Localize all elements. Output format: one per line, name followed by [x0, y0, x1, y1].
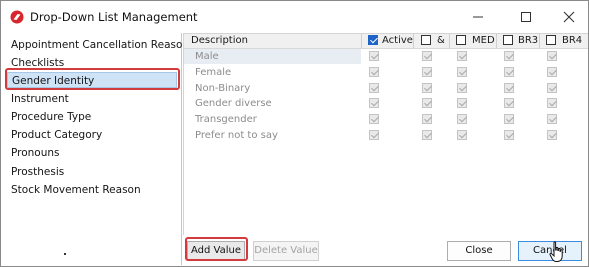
- column-divider: [413, 34, 414, 48]
- minimize-icon: [473, 16, 483, 18]
- table-row[interactable]: Male: [184, 49, 588, 64]
- maximize-icon: [521, 12, 531, 22]
- column-divider: [361, 34, 362, 48]
- row-br4-checkbox[interactable]: [547, 67, 557, 77]
- row-br3-checkbox[interactable]: [504, 83, 514, 93]
- row-description[interactable]: Transgender: [184, 112, 361, 127]
- row-med-checkbox[interactable]: [457, 130, 467, 140]
- sidebar-item-pronouns[interactable]: Pronouns: [7, 145, 177, 161]
- close-button[interactable]: Close: [447, 241, 511, 261]
- row-description[interactable]: Prefer not to say: [184, 128, 361, 143]
- row-ampersand-checkbox[interactable]: [422, 83, 432, 93]
- row-br3-checkbox[interactable]: [504, 98, 514, 108]
- sidebar-item-stock-movement-reason[interactable]: Stock Movement Reason: [7, 182, 177, 198]
- row-med-checkbox[interactable]: [457, 51, 467, 61]
- button-bar: Add Value Delete Value Close Cancel: [183, 235, 588, 266]
- delete-value-button[interactable]: Delete Value: [253, 241, 319, 261]
- row-br3-checkbox[interactable]: [504, 67, 514, 77]
- column-header-br4: BR4: [562, 35, 583, 46]
- stray-dot: [64, 253, 66, 255]
- table-row[interactable]: Prefer not to say: [184, 128, 588, 143]
- sidebar-item-instrument[interactable]: Instrument: [7, 91, 177, 107]
- row-med-checkbox[interactable]: [457, 83, 467, 93]
- sidebar-item-prosthesis[interactable]: Prosthesis: [7, 164, 177, 180]
- row-ampersand-checkbox[interactable]: [422, 98, 432, 108]
- row-br4-checkbox[interactable]: [547, 51, 557, 61]
- row-description[interactable]: Gender diverse: [184, 96, 361, 111]
- table-row[interactable]: Non-Binary: [184, 81, 588, 96]
- row-ampersand-checkbox[interactable]: [422, 130, 432, 140]
- cancel-button[interactable]: Cancel: [518, 241, 582, 261]
- title-bar[interactable]: Drop-Down List Management: [1, 1, 588, 33]
- row-active-checkbox[interactable]: [369, 114, 379, 124]
- row-description[interactable]: Female: [184, 65, 361, 80]
- sidebar-item-appointment-cancellation-reasons[interactable]: Appointment Cancellation Reasons: [7, 37, 195, 53]
- drop-down-list-management-window: Drop-Down List Management Appointment Ca…: [0, 0, 589, 267]
- column-header-med: MED: [472, 35, 495, 46]
- row-description[interactable]: Non-Binary: [184, 81, 361, 96]
- grid-header: Description Active & MED BR3 BR4: [184, 34, 588, 49]
- sidebar-item-product-category[interactable]: Product Category: [7, 127, 177, 143]
- sidebar-item-gender-identity[interactable]: Gender Identity: [7, 72, 177, 88]
- row-ampersand-checkbox[interactable]: [422, 67, 432, 77]
- row-br4-checkbox[interactable]: [547, 114, 557, 124]
- row-br3-checkbox[interactable]: [504, 130, 514, 140]
- column-br4-checkbox[interactable]: [546, 35, 556, 45]
- column-header-description[interactable]: Description: [191, 34, 248, 48]
- app-icon: [10, 10, 24, 24]
- row-br4-checkbox[interactable]: [547, 98, 557, 108]
- column-br3-checkbox[interactable]: [503, 35, 513, 45]
- row-br3-checkbox[interactable]: [504, 114, 514, 124]
- row-active-checkbox[interactable]: [369, 83, 379, 93]
- row-med-checkbox[interactable]: [457, 67, 467, 77]
- sidebar-item-checklists[interactable]: Checklists: [7, 55, 177, 71]
- row-med-checkbox[interactable]: [457, 114, 467, 124]
- table-row[interactable]: Transgender: [184, 112, 588, 127]
- row-ampersand-checkbox[interactable]: [422, 114, 432, 124]
- minimize-button[interactable]: [455, 3, 501, 31]
- column-divider: [496, 34, 497, 48]
- values-grid: Description Active & MED BR3 BR4 Male Fe…: [183, 33, 588, 236]
- row-br4-checkbox[interactable]: [547, 83, 557, 93]
- column-header-br3: BR3: [518, 35, 539, 46]
- sidebar-item-procedure-type[interactable]: Procedure Type: [7, 109, 177, 125]
- table-row[interactable]: Female: [184, 65, 588, 80]
- table-row[interactable]: Gender diverse: [184, 96, 588, 111]
- row-description[interactable]: Male: [184, 49, 361, 64]
- column-divider: [449, 34, 450, 48]
- close-icon: [563, 11, 575, 23]
- maximize-button[interactable]: [503, 3, 549, 31]
- window-title: Drop-Down List Management: [30, 10, 198, 24]
- column-active-checkbox[interactable]: [368, 35, 378, 45]
- row-br4-checkbox[interactable]: [547, 130, 557, 140]
- list-sidebar: Appointment Cancellation Reasons Checkli…: [2, 33, 195, 265]
- column-med-checkbox[interactable]: [456, 35, 466, 45]
- column-header-ampersand: &: [437, 35, 445, 46]
- row-active-checkbox[interactable]: [369, 130, 379, 140]
- add-value-button[interactable]: Add Value: [187, 241, 245, 261]
- row-br3-checkbox[interactable]: [504, 51, 514, 61]
- column-header-active: Active: [382, 35, 413, 46]
- row-active-checkbox[interactable]: [369, 98, 379, 108]
- row-med-checkbox[interactable]: [457, 98, 467, 108]
- row-active-checkbox[interactable]: [369, 67, 379, 77]
- column-divider: [539, 34, 540, 48]
- column-ampersand-checkbox[interactable]: [421, 35, 431, 45]
- row-active-checkbox[interactable]: [369, 51, 379, 61]
- row-ampersand-checkbox[interactable]: [422, 51, 432, 61]
- close-window-button[interactable]: [546, 3, 589, 31]
